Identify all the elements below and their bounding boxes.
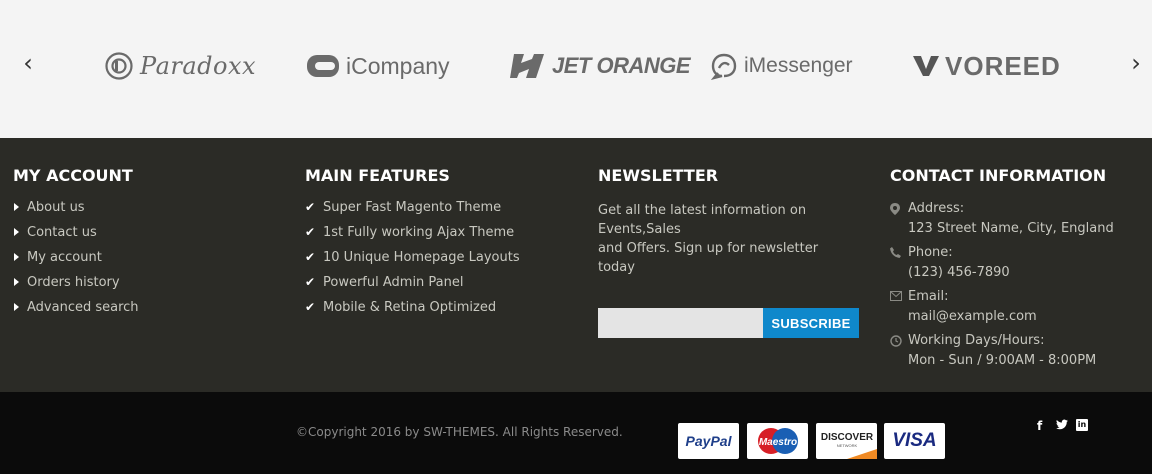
main-features-list: ✔ Super Fast Magento Theme ✔ 1st Fully wor… <box>305 199 520 324</box>
footer-link-orders-history[interactable]: Orders history <box>13 274 139 299</box>
footer-link-my-account[interactable]: My account <box>13 249 139 274</box>
carousel-prev-icon[interactable]: ‹ <box>18 50 38 76</box>
footer-link-about-us[interactable]: About us <box>13 199 139 224</box>
imessenger-logo-icon <box>710 53 737 80</box>
footer: MY ACCOUNT About us Contact us My accoun… <box>0 138 1152 392</box>
caret-right-icon <box>14 228 19 236</box>
contact-hours: Working Days/Hours: Mon - Sun / 9:00AM - … <box>890 331 1114 371</box>
envelope-icon <box>890 287 908 327</box>
map-marker-icon <box>890 199 908 239</box>
contact-address: Address: 123 Street Name, City, England <box>890 199 1114 239</box>
feature-item: ✔ Super Fast Magento Theme <box>305 200 502 215</box>
caret-right-icon <box>14 253 19 261</box>
linkedin-icon[interactable]: in <box>1076 419 1088 431</box>
caret-right-icon <box>14 303 19 311</box>
contact-email: Email: mail@example.com <box>890 287 1114 327</box>
newsletter-description: Get all the latest information on Events… <box>598 203 819 275</box>
feature-item: ✔ 10 Unique Homepage Layouts <box>305 250 520 265</box>
carousel-next-icon[interactable]: › <box>1126 50 1146 76</box>
footer-bottom-bar: ©Copyright 2016 by SW-THEMES. All Rights… <box>0 392 1152 474</box>
subscribe-form: SUBSCRIBE <box>598 308 859 338</box>
facebook-icon[interactable]: f <box>1037 419 1042 433</box>
svg-text:DISCOVER: DISCOVER <box>820 432 873 443</box>
newsletter-email-input[interactable] <box>598 308 763 338</box>
brand-name: VOREED <box>945 50 1061 81</box>
main-features-title: MAIN FEATURES <box>305 166 450 185</box>
brands-carousel: ‹ Paradoxx iCompany JET ORANGE iMessenge… <box>0 0 1152 138</box>
brand-icompany[interactable]: iCompany <box>306 46 450 86</box>
check-icon: ✔ <box>305 300 316 314</box>
feature-item: ✔ Mobile & Retina Optimized <box>305 300 497 315</box>
brand-voreed[interactable]: VOREED <box>913 46 1061 86</box>
svg-text:Maestro: Maestro <box>758 437 796 448</box>
icompany-logo-icon <box>307 55 339 77</box>
check-icon: ✔ <box>305 200 316 214</box>
brand-name: iCompany <box>346 52 450 79</box>
feature-item: ✔ 1st Fully working Ajax Theme <box>305 225 515 240</box>
contact-list: Address: 123 Street Name, City, England P… <box>890 199 1114 371</box>
twitter-icon[interactable] <box>1056 419 1068 433</box>
brand-paradoxx[interactable]: Paradoxx <box>104 46 256 86</box>
discover-icon: DISCOVER NETWORK <box>816 423 877 459</box>
my-account-title: MY ACCOUNT <box>13 166 133 185</box>
phone-icon <box>890 243 908 283</box>
clock-icon <box>890 331 908 371</box>
voreed-logo-icon <box>913 56 939 76</box>
maestro-icon: Maestro <box>747 423 808 459</box>
feature-item: ✔ Powerful Admin Panel <box>305 275 464 290</box>
check-icon: ✔ <box>305 275 316 289</box>
copyright-text: ©Copyright 2016 by SW-THEMES. All Rights… <box>296 425 623 439</box>
paypal-icon: PayPal <box>678 423 739 459</box>
newsletter-title: NEWSLETTER <box>598 166 719 185</box>
newsletter-column: NEWSLETTER Get all the latest informatio… <box>598 166 868 356</box>
phone-number[interactable]: (123) 456-7890 <box>908 263 1010 283</box>
brand-name: JET ORANGE <box>552 53 691 78</box>
svg-text:NETWORK: NETWORK <box>836 443 857 448</box>
paradoxx-logo-icon <box>105 52 133 80</box>
jetorange-logo-icon <box>510 54 544 78</box>
contact-information-column: CONTACT INFORMATION Address: 123 Street N… <box>890 166 1114 375</box>
brand-name: iMessenger <box>744 54 853 77</box>
email-link[interactable]: mail@example.com <box>908 307 1037 327</box>
footer-link-advanced-search[interactable]: Advanced search <box>13 299 139 324</box>
brand-jetorange[interactable]: JET ORANGE <box>510 46 691 86</box>
my-account-column: MY ACCOUNT About us Contact us My accoun… <box>13 166 139 324</box>
check-icon: ✔ <box>305 250 316 264</box>
contact-information-title: CONTACT INFORMATION <box>890 166 1107 185</box>
brand-imessenger[interactable]: iMessenger <box>710 46 853 86</box>
subscribe-button[interactable]: SUBSCRIBE <box>763 308 859 338</box>
caret-right-icon <box>14 203 19 211</box>
visa-icon: VISA <box>884 423 945 459</box>
caret-right-icon <box>14 278 19 286</box>
my-account-links: About us Contact us My account Orders hi… <box>13 199 139 324</box>
brand-name: Paradoxx <box>140 52 257 80</box>
main-features-column: MAIN FEATURES ✔ Super Fast Magento Theme … <box>305 166 520 324</box>
contact-phone: Phone: (123) 456-7890 <box>890 243 1114 283</box>
check-icon: ✔ <box>305 225 316 239</box>
footer-link-contact-us[interactable]: Contact us <box>13 224 139 249</box>
